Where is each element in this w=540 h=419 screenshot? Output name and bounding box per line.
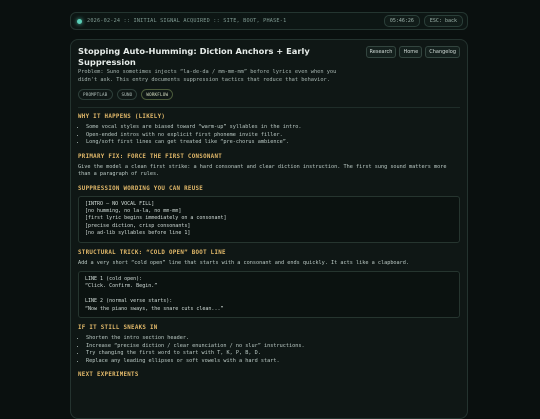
section-why: WHY IT HAPPENS (LIKELY) Some vocal style… [78,114,460,147]
code-line: “Click. Confirm. Begin.” [85,283,158,290]
changelog-button[interactable]: Changelog [425,46,460,58]
code-line: [INTRO — NO VOCAL FILL] [85,200,155,207]
tag-suno[interactable]: SUNO [116,89,138,100]
tag-promptlab[interactable]: PROMPTLAB [78,89,113,100]
tag-list: PROMPTLAB SUNO WORKFLOW [78,89,460,100]
code-block[interactable]: [INTRO — NO VOCAL FILL] [no humming, no … [78,195,460,243]
article-description: Problem: Suno sometimes injects “la-de-d… [78,69,337,83]
code-line: LINE 2 (normal verse starts): [85,298,173,305]
code-block[interactable]: LINE 1 (cold open): “Click. Confirm. Beg… [78,271,460,319]
list-item: Replace any leading ellipses or soft vow… [86,358,460,366]
list-item: Shorten the intro section header. [86,335,460,343]
section-heading: NEXT EXPERIMENTS [78,372,139,379]
section-heading: IF IT STILL SNEAKS IN [78,325,158,332]
section-body: Add a very short “cold open” line that s… [78,259,410,266]
clock-badge: 05:46:26 [383,15,420,27]
page-title: Stopping Auto-Humming: Diction Anchors +… [78,46,310,67]
status-bar: 2026-02-24 :: INITIAL SIGNAL ACQUIRED ::… [70,12,468,30]
section-primary-fix: PRIMARY FIX: FORCE THE FIRST CONSONANT G… [78,154,460,179]
list-item: Try changing the first word to start wit… [86,350,460,358]
code-line: [no ad-lib syllables before line 1] [85,230,191,237]
list-item: Long/soft first lines can get treated li… [86,139,460,147]
code-line: [precise diction, crisp consonants] [85,222,191,229]
article-card: Stopping Auto-Humming: Diction Anchors +… [70,39,468,419]
esc-back-button[interactable]: ESC: back [423,15,463,27]
divider [78,107,460,108]
section-cold-open: STRUCTURAL TRICK: “COLD OPEN” BOOT LINE … [78,250,460,319]
list-item: Some vocal styles are biased toward “war… [86,124,460,132]
nav-buttons: Research Home Changelog [365,46,460,58]
section-wording: SUPPRESSION WORDING YOU CAN REUSE [INTRO… [78,186,460,243]
code-line: [no humming, no la-la, no mm-mm] [85,207,182,214]
code-line: “Now the piano sways, the snare cuts cle… [85,305,224,312]
home-button[interactable]: Home [399,46,423,58]
status-text: 2026-02-24 :: INITIAL SIGNAL ACQUIRED ::… [87,18,287,24]
list-item: Increase “precise diction / clear enunci… [86,343,460,351]
section-body: Give the model a clean first strike: a h… [78,163,447,178]
code-line: LINE 1 (cold open): [85,276,143,283]
research-button[interactable]: Research [365,46,397,58]
section-still: IF IT STILL SNEAKS IN Shorten the intro … [78,325,460,365]
section-heading: SUPPRESSION WORDING YOU CAN REUSE [78,185,204,192]
article-header: Stopping Auto-Humming: Diction Anchors +… [78,46,460,68]
code-line: [first lyric begins immediately on a con… [85,215,227,222]
list-item: Open-ended intros with no explicit first… [86,132,460,140]
section-heading: PRIMARY FIX: FORCE THE FIRST CONSONANT [78,153,223,160]
section-heading: STRUCTURAL TRICK: “COLD OPEN” BOOT LINE [78,249,226,256]
section-next: NEXT EXPERIMENTS [78,372,460,378]
signal-indicator-icon [77,18,82,24]
tag-workflow[interactable]: WORKFLOW [141,89,174,100]
section-heading: WHY IT HAPPENS (LIKELY) [78,114,166,120]
